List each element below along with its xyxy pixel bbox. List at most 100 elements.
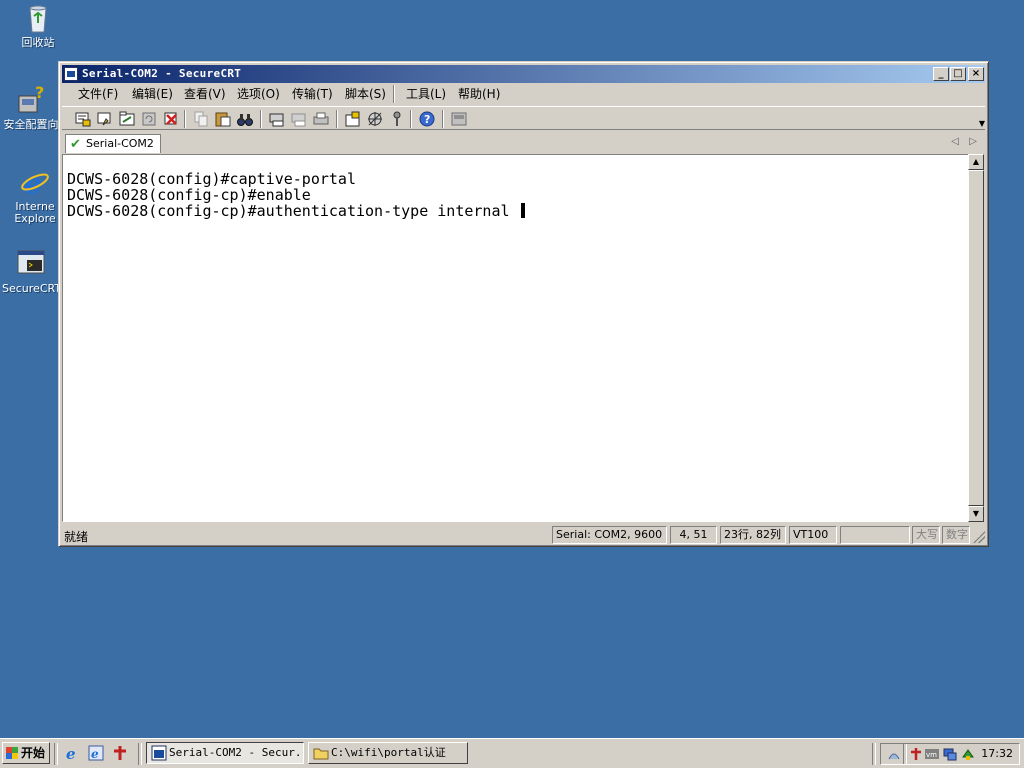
desktop-icon-label: Interne Explore (14, 201, 56, 225)
window-title: Serial-COM2 - SecureCRT (82, 67, 242, 80)
system-tray: vm 17:32 (880, 743, 1020, 765)
taskbar-separator (138, 743, 142, 765)
menu-transfer[interactable]: 传输(T) (286, 86, 339, 102)
paste-icon[interactable] (214, 110, 232, 128)
task-button-folder[interactable]: C:\wifi\portal认证 (308, 742, 468, 764)
status-blank-panel (840, 526, 910, 544)
status-bar: 就绪 Serial: COM2, 9600 4, 51 23行, 82列 VT1… (62, 525, 985, 545)
copy-icon[interactable] (192, 110, 210, 128)
connect-tab-icon[interactable] (118, 110, 136, 128)
find-icon[interactable] (236, 110, 254, 128)
svg-text:e: e (24, 167, 42, 198)
folder-icon (313, 745, 329, 761)
maximize-button[interactable]: □ (950, 67, 966, 81)
status-num-lock: 数字 (942, 526, 970, 544)
task-label: Serial-COM2 - Secur... (169, 746, 304, 759)
print-selection-icon[interactable] (290, 110, 308, 128)
desktop-icon-internet-explorer[interactable]: e Interne Explore (6, 166, 64, 225)
tray-security-icon[interactable] (961, 747, 975, 761)
taskbar: 开始 e e Serial-COM2 - Secur... C:\wifi\po… (0, 738, 1024, 768)
close-button[interactable]: × (968, 67, 984, 81)
print-icon[interactable] (312, 110, 330, 128)
task-label: C:\wifi\portal认证 (331, 746, 446, 759)
toolbar-separator (410, 110, 412, 128)
desktop-icon-securecrt[interactable]: SecureCRT (2, 248, 60, 295)
terminal-line: DCWS-6028(config-cp)#enable (67, 186, 311, 204)
desktop-icon-security-wizard[interactable]: ? 安全配置向 (2, 83, 60, 131)
scroll-down-button[interactable]: ▼ (968, 506, 984, 522)
svg-text:?: ? (424, 113, 430, 126)
internet-explorer-icon: e (19, 166, 51, 200)
tray-app-icon[interactable] (887, 747, 901, 761)
task-button-securecrt[interactable]: Serial-COM2 - Secur... (146, 742, 304, 764)
start-button[interactable]: 开始 (2, 742, 50, 764)
menu-file[interactable]: 文件(F) (72, 86, 124, 102)
sftp-icon[interactable] (450, 110, 468, 128)
ie-alt-quicklaunch-icon[interactable]: e (88, 745, 104, 761)
menu-script[interactable]: 脚本(S) (339, 86, 392, 102)
menu-edit[interactable]: 编辑(E) (126, 86, 179, 102)
desktop-icon-label: 回收站 (21, 37, 55, 49)
network-quicklaunch-icon[interactable] (112, 745, 128, 761)
help-icon[interactable]: ? (418, 110, 436, 128)
session-tab-bar: ✔ Serial-COM2 ◁ ▷ (62, 133, 985, 153)
reconnect-icon[interactable] (140, 110, 158, 128)
app-icon[interactable] (64, 67, 78, 81)
status-text: 就绪 (64, 530, 89, 544)
toolbar-separator (260, 110, 262, 128)
quick-connect-icon[interactable] (96, 110, 114, 128)
terminal-line: DCWS-6028(config-cp)#authentication-type… (67, 203, 525, 219)
clock[interactable]: 17:32 (981, 747, 1013, 760)
print-screen-icon[interactable] (268, 110, 286, 128)
global-options-icon[interactable] (366, 110, 384, 128)
svg-text:?: ? (35, 84, 44, 102)
menu-bar: 文件(F) 编辑(E) 查看(V) 选项(O) 传输(T) 脚本(S) 工具(L… (62, 84, 985, 103)
terminal-line: DCWS-6028(config)#captive-portal (67, 170, 356, 188)
toolbar-overflow-icon[interactable]: ▼ (979, 119, 985, 128)
disconnect-icon[interactable] (162, 110, 180, 128)
menu-options[interactable]: 选项(O) (231, 86, 286, 102)
toolbar-separator (184, 110, 186, 128)
tray-vmware-icon[interactable]: vm (925, 747, 939, 761)
connect-icon[interactable] (74, 110, 92, 128)
svg-text:e: e (91, 747, 99, 761)
status-terminal-size: 23行, 82列 (720, 526, 786, 544)
toolbar-separator (442, 110, 444, 128)
terminal-area[interactable]: DCWS-6028(config)#captive-portal DCWS-60… (62, 154, 968, 522)
windows-logo-icon (6, 747, 18, 759)
tab-scroll-left-icon[interactable]: ◁ (951, 136, 959, 147)
tray-network-icon[interactable] (909, 747, 923, 761)
securecrt-task-icon (151, 745, 167, 761)
toolbar: ? ▼ (62, 106, 985, 130)
start-label: 开始 (21, 746, 46, 760)
toolbar-separator (336, 110, 338, 128)
tray-separator (903, 744, 907, 764)
tab-scroll-right-icon[interactable]: ▷ (969, 136, 977, 147)
menu-tools[interactable]: 工具(L) (400, 86, 452, 102)
svg-text:e: e (66, 745, 76, 761)
scroll-thumb[interactable] (968, 170, 984, 506)
keymap-icon[interactable] (388, 110, 406, 128)
ie-quicklaunch-icon[interactable]: e (64, 745, 80, 763)
window-titlebar[interactable]: Serial-COM2 - SecureCRT _ □ × (62, 65, 985, 83)
securecrt-window: Serial-COM2 - SecureCRT _ □ × 文件(F) 编辑(E… (58, 61, 989, 547)
menu-help[interactable]: 帮助(H) (452, 86, 506, 102)
minimize-button[interactable]: _ (933, 67, 949, 81)
tray-display-icon[interactable] (943, 747, 957, 761)
desktop-icon-recycle-bin[interactable]: 回收站 (6, 2, 70, 49)
status-caps-lock: 大写 (912, 526, 940, 544)
tab-label: Serial-COM2 (86, 137, 154, 150)
status-emulation: VT100 (789, 526, 837, 544)
tab-serial-com2[interactable]: ✔ Serial-COM2 (65, 134, 161, 153)
scroll-up-button[interactable]: ▲ (968, 154, 984, 170)
status-connection: Serial: COM2, 9600 (552, 526, 667, 544)
resize-grip-icon[interactable] (973, 531, 985, 543)
menu-view[interactable]: 查看(V) (178, 86, 232, 102)
taskbar-separator (872, 743, 876, 765)
status-cursor-position: 4, 51 (670, 526, 717, 544)
session-options-icon[interactable] (344, 110, 362, 128)
recycle-bin-icon (22, 2, 54, 34)
taskbar-separator (54, 743, 58, 765)
vertical-scrollbar[interactable]: ▲ ▼ (968, 154, 984, 522)
security-wizard-icon: ? (15, 83, 47, 116)
